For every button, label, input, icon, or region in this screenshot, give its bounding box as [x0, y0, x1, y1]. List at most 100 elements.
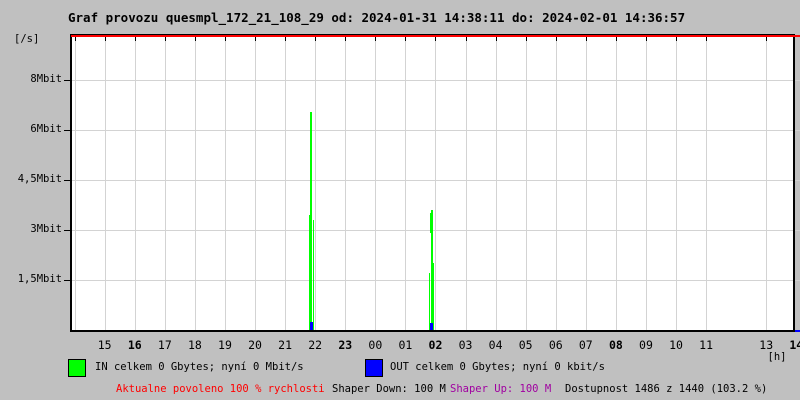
x-tick-label: 05 — [518, 338, 533, 352]
x-axis-tick — [766, 36, 768, 41]
out-traffic-spike — [310, 321, 313, 330]
x-gridline — [706, 36, 708, 330]
in-traffic-spike — [429, 213, 433, 234]
shaper-up-limit-line — [794, 330, 800, 332]
x-gridline — [224, 36, 226, 330]
x-gridline — [405, 36, 407, 330]
x-gridline — [194, 36, 196, 330]
x-gridline — [495, 36, 497, 330]
x-gridline — [345, 36, 347, 330]
y-tick-label: 6Mbit — [30, 123, 62, 135]
in-traffic-spike — [308, 215, 311, 330]
y-tick-label: 1,5Mbit — [17, 273, 62, 285]
plot-border-bottom — [70, 330, 795, 332]
x-gridline — [164, 36, 166, 330]
x-axis-tick — [375, 36, 377, 41]
x-axis-tick — [495, 36, 497, 41]
out-traffic-spike — [430, 323, 433, 330]
x-tick-label: 19 — [218, 338, 232, 352]
in-traffic-spike — [428, 273, 431, 330]
x-tick-label: 14 — [789, 338, 800, 352]
x-axis-tick — [525, 36, 527, 41]
x-tick-label: 16 — [127, 338, 142, 352]
x-gridline — [74, 36, 76, 330]
y-axis-unit-label: [/s] — [14, 33, 40, 45]
in-legend-label: IN celkem 0 Gbytes; nyní 0 Mbit/s — [95, 361, 304, 373]
y-gridline — [71, 80, 793, 81]
x-tick-label: 07 — [578, 338, 593, 352]
plot-border-left — [70, 33, 72, 332]
x-axis-tick — [164, 36, 166, 41]
x-tick-label: 18 — [187, 338, 202, 352]
x-gridline — [645, 36, 647, 330]
x-gridline — [525, 36, 527, 330]
x-tick-label: 03 — [458, 338, 473, 352]
x-tick-label: 04 — [488, 338, 503, 352]
x-axis-tick — [74, 36, 76, 41]
x-tick-label: 22 — [308, 338, 323, 352]
x-axis-tick — [255, 36, 257, 41]
y-tick-label: 3Mbit — [30, 223, 62, 235]
x-axis-tick — [194, 36, 196, 41]
x-axis-tick — [134, 36, 136, 41]
y-tick-label: 4,5Mbit — [17, 173, 62, 185]
x-tick-label: 13 — [759, 338, 774, 352]
x-axis-tick — [405, 36, 407, 41]
x-tick-label: 06 — [548, 338, 563, 352]
y-gridline — [71, 130, 793, 131]
x-gridline — [555, 36, 557, 330]
graph-title: Graf provozu quesmpl_172_21_108_29 od: 2… — [68, 10, 686, 25]
x-axis-tick — [435, 36, 437, 41]
out-legend-swatch — [365, 359, 383, 377]
x-tick-label: 01 — [398, 338, 413, 352]
x-gridline — [615, 36, 617, 330]
x-gridline — [435, 36, 437, 330]
x-gridline — [255, 36, 257, 330]
x-axis-tick — [645, 36, 647, 41]
y-tick-label: 8Mbit — [30, 73, 62, 85]
x-gridline — [465, 36, 467, 330]
x-gridline — [375, 36, 377, 330]
in-legend-swatch — [68, 359, 86, 377]
x-axis-tick — [224, 36, 226, 41]
x-axis-tick — [285, 36, 287, 41]
x-axis-tick — [706, 36, 708, 41]
x-gridline — [585, 36, 587, 330]
x-gridline — [134, 36, 136, 330]
x-tick-label: 23 — [338, 338, 353, 352]
y-gridline — [71, 180, 793, 181]
x-axis-tick — [315, 36, 317, 41]
x-tick-label: 11 — [699, 338, 714, 352]
x-axis-tick — [585, 36, 587, 41]
in-traffic-spike — [432, 263, 435, 330]
x-tick-label: 08 — [608, 338, 623, 352]
x-gridline — [315, 36, 317, 330]
x-tick-label: 09 — [639, 338, 653, 352]
x-tick-label: 17 — [157, 338, 172, 352]
x-gridline — [676, 36, 678, 330]
x-axis-tick — [104, 36, 106, 41]
x-tick-label: 10 — [669, 338, 683, 352]
availability-status: Dostupnost 1486 z 1440 (103.2 %) — [565, 383, 768, 395]
allowed-speed-status: Aktualne povoleno 100 % rychlosti — [116, 383, 325, 395]
x-tick-label: 21 — [278, 338, 293, 352]
x-tick-label: 20 — [248, 338, 262, 352]
x-axis-tick — [465, 36, 467, 41]
in-traffic-spike — [312, 220, 314, 330]
x-axis-tick — [555, 36, 557, 41]
x-tick-label: 02 — [428, 338, 443, 352]
traffic-graph: Graf provozu quesmpl_172_21_108_29 od: 2… — [0, 0, 800, 400]
x-axis-unit-label: [h] — [767, 351, 787, 363]
x-axis-tick — [615, 36, 617, 41]
x-axis-tick — [345, 36, 347, 41]
x-axis-tick — [676, 36, 678, 41]
shaper-down-status: Shaper Down: 100 M — [332, 383, 446, 395]
out-legend-label: OUT celkem 0 Gbytes; nyní 0 kbit/s — [390, 361, 605, 373]
shaper-up-status: Shaper Up: 100 M — [450, 383, 552, 395]
x-gridline — [285, 36, 287, 330]
x-tick-label: 15 — [97, 338, 112, 352]
x-gridline — [104, 36, 106, 330]
x-tick-label: 00 — [368, 338, 383, 352]
x-gridline — [766, 36, 768, 330]
shaper-down-limit-line — [71, 35, 800, 37]
